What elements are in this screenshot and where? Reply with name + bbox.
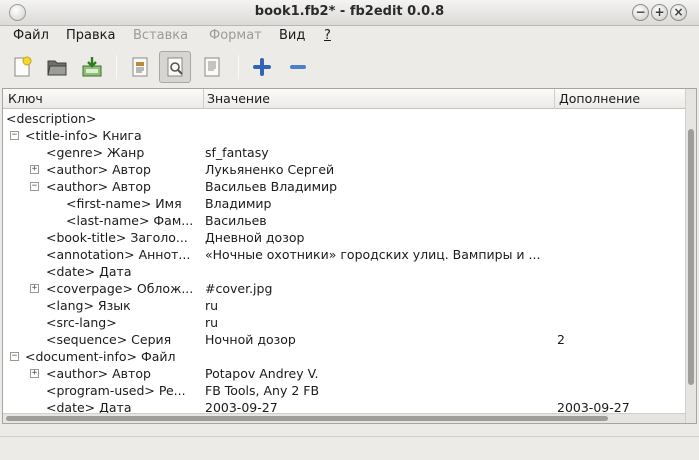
row-key: <sequence> Серия [46, 332, 172, 347]
row-key: <annotation> Аннот... [46, 247, 191, 262]
row-key: <author> Автор [46, 162, 151, 177]
menu-bar: Файл Правка Вставка Формат Вид ? [0, 26, 699, 47]
tree-header: Ключ Значение Дополнение [3, 89, 696, 109]
tree-row[interactable]: <last-name> Фам... Васильев [3, 212, 685, 229]
minus-icon [290, 65, 306, 69]
new-file-icon [14, 56, 32, 77]
remove-button[interactable] [282, 51, 314, 83]
code-view-button[interactable] [196, 51, 228, 83]
tree-row[interactable]: <description> [3, 110, 685, 127]
tree-row[interactable]: <src-lang> ru [3, 314, 685, 331]
tree-view[interactable]: Ключ Значение Дополнение <description> − <… [2, 88, 697, 424]
column-divider[interactable] [554, 89, 555, 109]
row-value: Лукьяненко Сергей [205, 162, 335, 177]
window-title: book1.fb2* - fb2edit 0.0.8 [254, 4, 445, 19]
horizontal-scroll-thumb[interactable] [6, 416, 608, 421]
tree-row[interactable]: <book-title> Заголо... Дневной дозор [3, 229, 685, 246]
tree-row[interactable]: + <author> Автор Potapov Andrey V. [3, 365, 685, 382]
row-value: Ночной дозор [205, 332, 296, 347]
tree-row[interactable]: <first-name> Имя Владимир [3, 195, 685, 212]
tree-view-icon [167, 57, 183, 77]
column-divider[interactable] [203, 89, 204, 109]
row-key: <description> [6, 111, 97, 126]
code-view-icon [204, 57, 220, 77]
tree-row[interactable]: − <author> Автор Васильев Владимир [3, 178, 685, 195]
vertical-scrollbar[interactable] [685, 89, 696, 423]
expand-icon[interactable]: + [30, 165, 39, 174]
toolbar-separator [116, 55, 117, 79]
column-header-value[interactable]: Значение [207, 91, 270, 106]
column-header-key[interactable]: Ключ [8, 91, 43, 106]
row-value: Potapov Andrey V. [205, 366, 319, 381]
close-icon[interactable]: × [670, 4, 687, 21]
menu-insert[interactable]: Вставка [133, 28, 188, 43]
row-key: <lang> Язык [46, 298, 131, 313]
horizontal-scrollbar[interactable] [3, 413, 685, 423]
tree-row[interactable]: <annotation> Аннот... «Ночные охотники» г… [3, 246, 685, 263]
new-file-button[interactable] [6, 51, 38, 83]
row-extra: 2 [557, 332, 565, 347]
tree-row[interactable]: <date> Дата [3, 263, 685, 280]
row-key: <program-used> Pe... [46, 383, 186, 398]
row-value: Васильев [205, 213, 267, 228]
tree-row[interactable]: + <author> Автор Лукьяненко Сергей [3, 161, 685, 178]
toolbar [0, 47, 699, 87]
row-value: FB Tools, Any 2 FB [205, 383, 320, 398]
tree-row[interactable]: − <document-info> Файл [3, 348, 685, 365]
menu-view[interactable]: Вид [279, 28, 305, 43]
tree-row[interactable]: <program-used> Pe... FB Tools, Any 2 FB [3, 382, 685, 399]
row-key: <last-name> Фам... [66, 213, 194, 228]
plus-icon [253, 58, 271, 76]
title-bar: book1.fb2* - fb2edit 0.0.8 − + × [0, 0, 699, 26]
tree-row[interactable]: <lang> Язык ru [3, 297, 685, 314]
row-key: <first-name> Имя [66, 196, 182, 211]
text-view-icon [132, 57, 148, 77]
tree-row[interactable]: <genre> Жанр sf_fantasy [3, 144, 685, 161]
column-header-extra[interactable]: Дополнение [559, 91, 640, 106]
save-button[interactable] [76, 51, 108, 83]
collapse-icon[interactable]: − [10, 131, 19, 140]
row-value: Васильев Владимир [205, 179, 338, 194]
open-folder-icon [47, 60, 67, 76]
row-key: <genre> Жанр [46, 145, 145, 160]
vertical-scroll-thumb[interactable] [688, 129, 694, 385]
row-value: #cover.jpg [205, 281, 273, 296]
row-value: ru [205, 298, 219, 313]
row-key: <date> Дата [46, 264, 132, 279]
text-view-button[interactable] [124, 51, 156, 83]
menu-file[interactable]: Файл [13, 28, 49, 43]
add-button[interactable] [246, 51, 278, 83]
row-value: Владимир [205, 196, 272, 211]
open-file-button[interactable] [41, 51, 73, 83]
row-key: <coverpage> Облож... [46, 281, 194, 296]
save-icon [82, 57, 102, 77]
tree-row[interactable]: <sequence> Серия Ночной дозор 2 [3, 331, 685, 348]
row-value: «Ночные охотники» городских улиц. Вампир… [205, 247, 541, 262]
expand-icon[interactable]: + [30, 369, 39, 378]
row-key: <book-title> Заголо... [46, 230, 188, 245]
expand-icon[interactable]: + [30, 284, 39, 293]
row-key: <title-info> Книга [25, 128, 142, 143]
row-value: sf_fantasy [205, 145, 269, 160]
status-bar [0, 436, 699, 460]
menu-help[interactable]: ? [324, 28, 331, 43]
menu-edit[interactable]: Правка [66, 28, 115, 43]
maximize-icon[interactable]: + [651, 4, 668, 21]
tree-row[interactable]: + <coverpage> Облож... #cover.jpg [3, 280, 685, 297]
collapse-icon[interactable]: − [10, 352, 19, 361]
row-key: <author> Автор [46, 179, 151, 194]
menu-format[interactable]: Формат [209, 28, 262, 43]
toolbar-separator [238, 55, 239, 79]
row-key: <author> Автор [46, 366, 151, 381]
collapse-icon[interactable]: − [30, 182, 39, 191]
tree-row[interactable]: − <title-info> Книга [3, 127, 685, 144]
row-key: <document-info> Файл [25, 349, 176, 364]
tree-view-button[interactable] [159, 51, 191, 83]
row-value: ru [205, 315, 219, 330]
minimize-icon[interactable]: − [632, 4, 649, 21]
row-value: Дневной дозор [205, 230, 305, 245]
row-key: <src-lang> [46, 315, 117, 330]
